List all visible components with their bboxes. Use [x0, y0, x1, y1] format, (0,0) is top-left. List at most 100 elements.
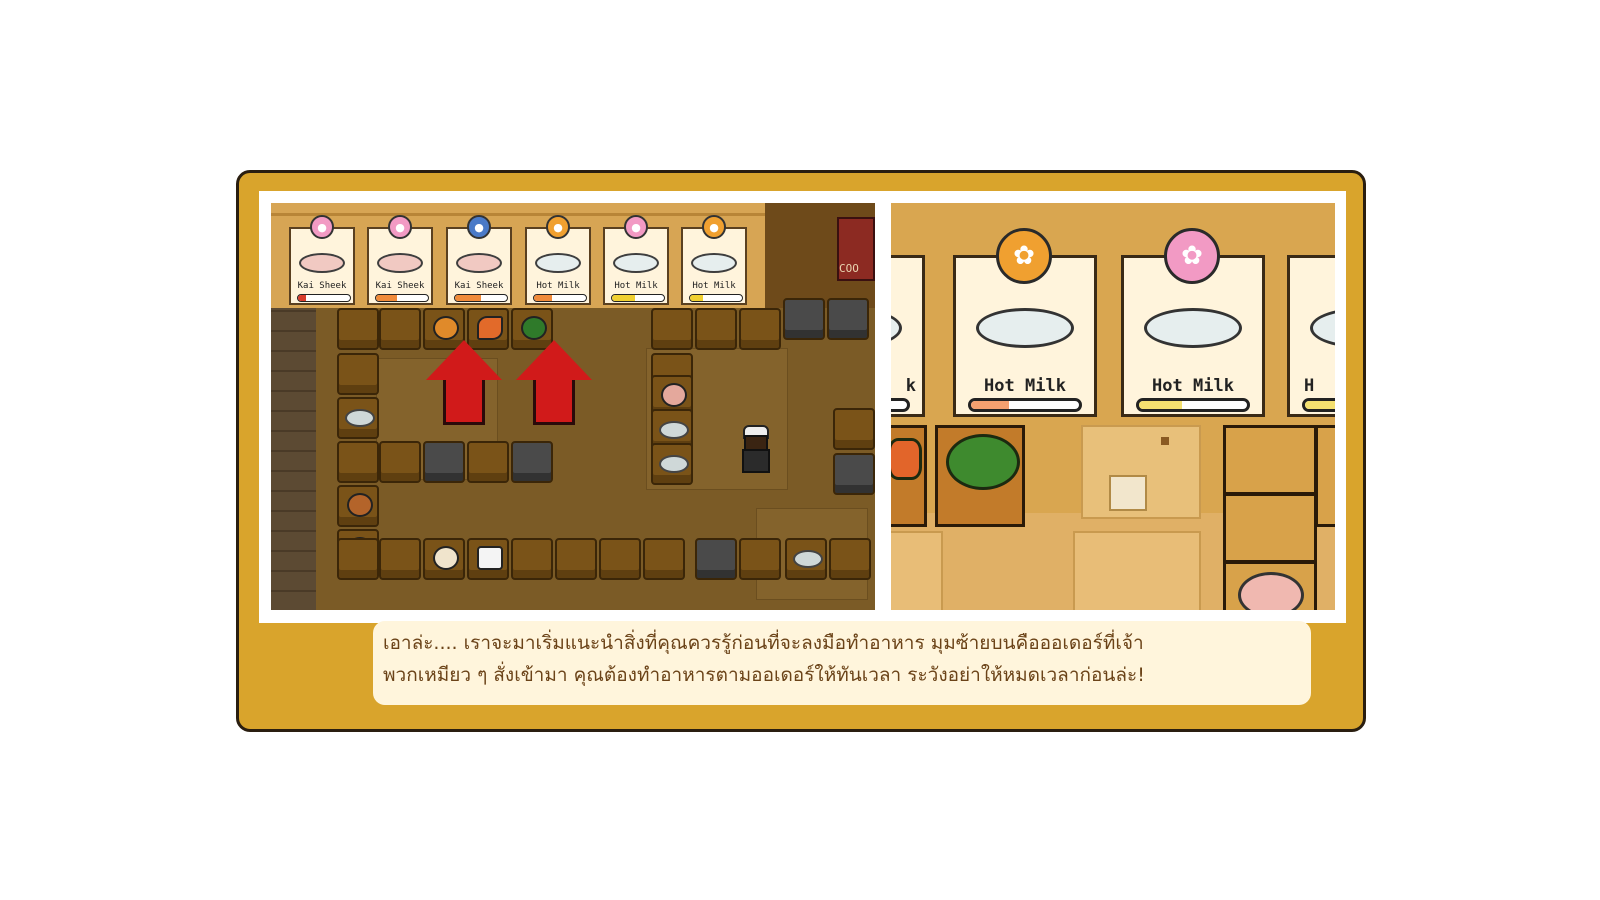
- order-card: ● Hot Milk: [525, 215, 591, 305]
- order-card-partial-right: H: [1287, 255, 1335, 417]
- order-timer-bar: [611, 294, 665, 302]
- note-card: [1109, 475, 1147, 511]
- order-dish-name: H: [1304, 376, 1315, 396]
- up-arrow-icon: [516, 340, 592, 425]
- order-dish-name: Kai Sheek: [454, 281, 504, 291]
- counter[interactable]: [337, 308, 379, 350]
- counter[interactable]: [1223, 493, 1317, 563]
- counter[interactable]: [1223, 425, 1317, 495]
- order-timer-bar: [1136, 398, 1250, 412]
- order-dish-name: Hot Milk: [984, 376, 1066, 396]
- paw-icon: ●: [702, 215, 726, 239]
- stove[interactable]: [833, 453, 875, 495]
- counter[interactable]: [379, 308, 421, 350]
- carrot-icon: [891, 438, 922, 480]
- plate-icon: [1144, 308, 1242, 348]
- order-timer-bar: [533, 294, 587, 302]
- order-timer-bar: [375, 294, 429, 302]
- plate-icon: [377, 253, 423, 273]
- order-timer-bar: [297, 294, 351, 302]
- paw-icon: ✿: [996, 228, 1052, 284]
- cook-sign-text: COO: [839, 262, 859, 275]
- caption-line-1: เอาล่ะ.... เราจะมาเริ่มแนะนำสิ่งที่คุณคว…: [383, 632, 1144, 654]
- paw-icon: ✿: [1164, 228, 1220, 284]
- plate-counter[interactable]: [785, 538, 827, 580]
- meat-icon: [1238, 572, 1304, 610]
- plate-icon: [891, 308, 902, 348]
- stove[interactable]: [783, 298, 825, 340]
- order-timer-bar: [454, 294, 508, 302]
- plate-counter[interactable]: [337, 397, 379, 439]
- counter[interactable]: [337, 353, 379, 395]
- paw-icon: ●: [310, 215, 334, 239]
- carrot-icon: [477, 316, 503, 340]
- counter[interactable]: [643, 538, 685, 580]
- order-dish-name: Hot Milk: [692, 281, 736, 291]
- order-timer-bar: [968, 398, 1082, 412]
- plate-icon: [976, 308, 1074, 348]
- paw-icon: ●: [624, 215, 648, 239]
- order-card-zoomed: ✿ Hot Milk: [1121, 228, 1265, 417]
- cutting-board[interactable]: [695, 538, 737, 580]
- egg-crate[interactable]: [423, 538, 465, 580]
- counter[interactable]: [467, 441, 509, 483]
- milk-icon: [477, 546, 503, 570]
- paw-icon: ●: [388, 215, 412, 239]
- milk-crate[interactable]: [467, 538, 509, 580]
- counter[interactable]: [833, 408, 875, 450]
- order-card: ● Kai Sheek: [446, 215, 512, 305]
- broccoli-icon: [946, 434, 1020, 490]
- caption-line-2: พวกเหมียว ๆ สั่งเข้ามา คุณต้องทำอาหารตาม…: [383, 664, 1145, 686]
- plate-counter[interactable]: [651, 443, 693, 485]
- plate-icon: [299, 253, 345, 273]
- order-timer-bar: [891, 398, 910, 412]
- counter[interactable]: [695, 308, 737, 350]
- brick-wall: [271, 308, 316, 610]
- counter[interactable]: [829, 538, 871, 580]
- order-dish-name: Kai Sheek: [297, 281, 347, 291]
- counter[interactable]: [599, 538, 641, 580]
- cook-sign: COO: [837, 217, 875, 281]
- cutting-board[interactable]: [423, 441, 465, 483]
- counter-dot: [1161, 437, 1169, 445]
- broccoli-crate[interactable]: [935, 425, 1025, 527]
- food-icon: [347, 493, 373, 517]
- plate-icon: [613, 253, 659, 273]
- order-timer-bar: [1302, 398, 1335, 412]
- stove[interactable]: [827, 298, 869, 340]
- egg-icon: [433, 546, 459, 570]
- counter[interactable]: [337, 441, 379, 483]
- counter[interactable]: [739, 538, 781, 580]
- plate-icon: [659, 455, 689, 473]
- counter[interactable]: [379, 441, 421, 483]
- tutorial-caption: เอาล่ะ.... เราจะมาเริ่มแนะนำสิ่งที่คุณคว…: [373, 621, 1311, 705]
- order-dish-name: Kai Sheek: [375, 281, 425, 291]
- ingredient-crate[interactable]: [891, 425, 927, 527]
- order-card-zoomed: ✿ Hot Milk: [953, 228, 1097, 417]
- order-dish-name: Hot Milk: [536, 281, 580, 291]
- plate-icon: [456, 253, 502, 273]
- counter[interactable]: [379, 538, 421, 580]
- plate-icon: [659, 421, 689, 439]
- food-counter[interactable]: [337, 485, 379, 527]
- tutorial-frame: COO ● Kai Sheek ● Kai Sheek ● Kai Sheek ● Hot M…: [236, 170, 1366, 732]
- counter[interactable]: [555, 538, 597, 580]
- broccoli-icon: [521, 316, 547, 340]
- counter[interactable]: [337, 538, 379, 580]
- meat-icon: [661, 383, 687, 407]
- plate-icon: [691, 253, 737, 273]
- trash-bin[interactable]: [511, 441, 553, 483]
- meat-counter[interactable]: [1223, 561, 1317, 610]
- order-card: ● Hot Milk: [603, 215, 669, 305]
- counter[interactable]: [651, 308, 693, 350]
- order-card: ● Hot Milk: [681, 215, 747, 305]
- paw-icon: ●: [467, 215, 491, 239]
- order-card: ● Kai Sheek: [367, 215, 433, 305]
- counter[interactable]: [511, 538, 553, 580]
- order-dish-name: Hot Milk: [1152, 376, 1234, 396]
- pumpkin-icon: [433, 316, 459, 340]
- screenshot-area: COO ● Kai Sheek ● Kai Sheek ● Kai Sheek ● Hot M…: [259, 191, 1346, 623]
- counter[interactable]: [739, 308, 781, 350]
- order-zoom-panel: k ✿ Hot Milk ✿ Hot Milk H: [891, 203, 1335, 610]
- counter[interactable]: [1315, 425, 1335, 527]
